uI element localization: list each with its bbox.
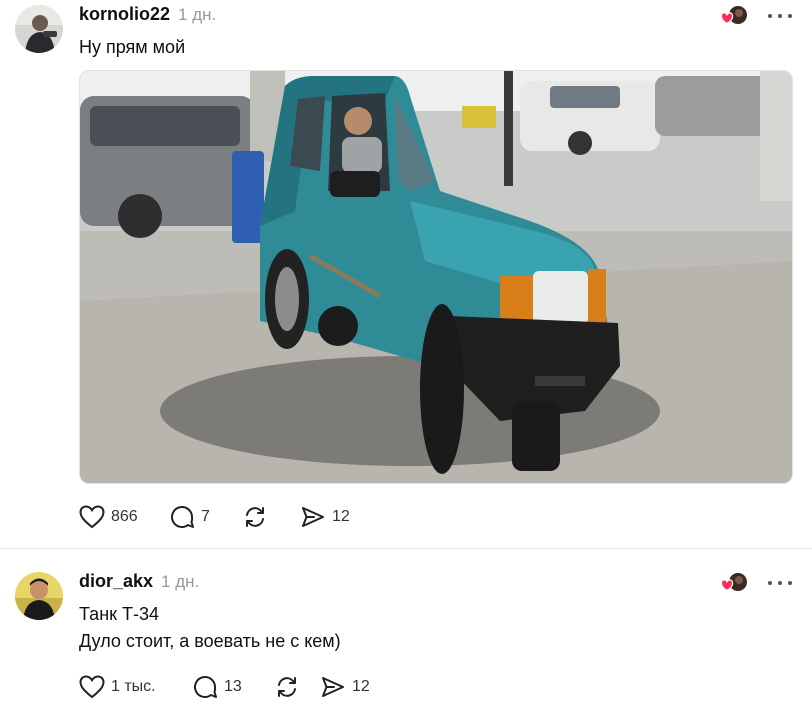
reply-button[interactable]: 13 [192, 673, 274, 701]
avatar[interactable] [15, 572, 63, 620]
post-header: kornolio22 1 дн. [79, 4, 216, 25]
like-count: 866 [111, 508, 138, 525]
post-actions: 1 тыс. 13 12 [79, 673, 370, 701]
post-dior-akx: dior_akx 1 дн. Танк Т-34 Дуло стоит, а в… [0, 552, 812, 718]
post-actions: 866 7 12 [79, 503, 350, 531]
post-text: Ну прям мой [79, 37, 186, 57]
share-button[interactable]: 12 [320, 673, 370, 701]
avatar[interactable] [15, 5, 63, 53]
share-button[interactable]: 12 [300, 503, 350, 531]
reply-button[interactable]: 7 [169, 503, 242, 531]
timestamp: 1 дн. [161, 572, 200, 591]
send-icon [322, 677, 344, 697]
like-count: 1 тыс. [111, 678, 156, 695]
comment-icon [194, 676, 217, 698]
post-image[interactable] [79, 70, 793, 484]
post-text-line-2: Дуло стоит, а воевать не с кем) [79, 631, 341, 651]
comment-icon [171, 506, 194, 528]
send-icon [302, 507, 324, 527]
heart-icon [79, 675, 105, 699]
more-icon[interactable] [768, 573, 792, 593]
like-button[interactable]: 1 тыс. [79, 673, 192, 701]
username[interactable]: dior_akx [79, 571, 153, 592]
repost-button[interactable] [274, 673, 320, 701]
share-count: 12 [352, 678, 370, 695]
repost-icon [278, 677, 296, 697]
reply-count: 7 [201, 508, 210, 525]
author-liked-indicator [719, 572, 749, 594]
username[interactable]: kornolio22 [79, 4, 170, 25]
author-liked-indicator [719, 5, 749, 27]
repost-icon [246, 507, 264, 527]
reply-count: 13 [224, 678, 242, 695]
post-text-line-1: Танк Т-34 [79, 604, 160, 624]
timestamp: 1 дн. [178, 5, 217, 24]
post-header: dior_akx 1 дн. [79, 571, 199, 592]
heart-icon [79, 505, 105, 529]
share-count: 12 [332, 508, 350, 525]
more-icon[interactable] [768, 6, 792, 26]
post-kornolio22: kornolio22 1 дн. Ну прям мой 866 7 12 [0, 0, 812, 548]
like-button[interactable]: 866 [79, 503, 169, 531]
post-divider [0, 548, 812, 549]
repost-button[interactable] [242, 503, 300, 531]
